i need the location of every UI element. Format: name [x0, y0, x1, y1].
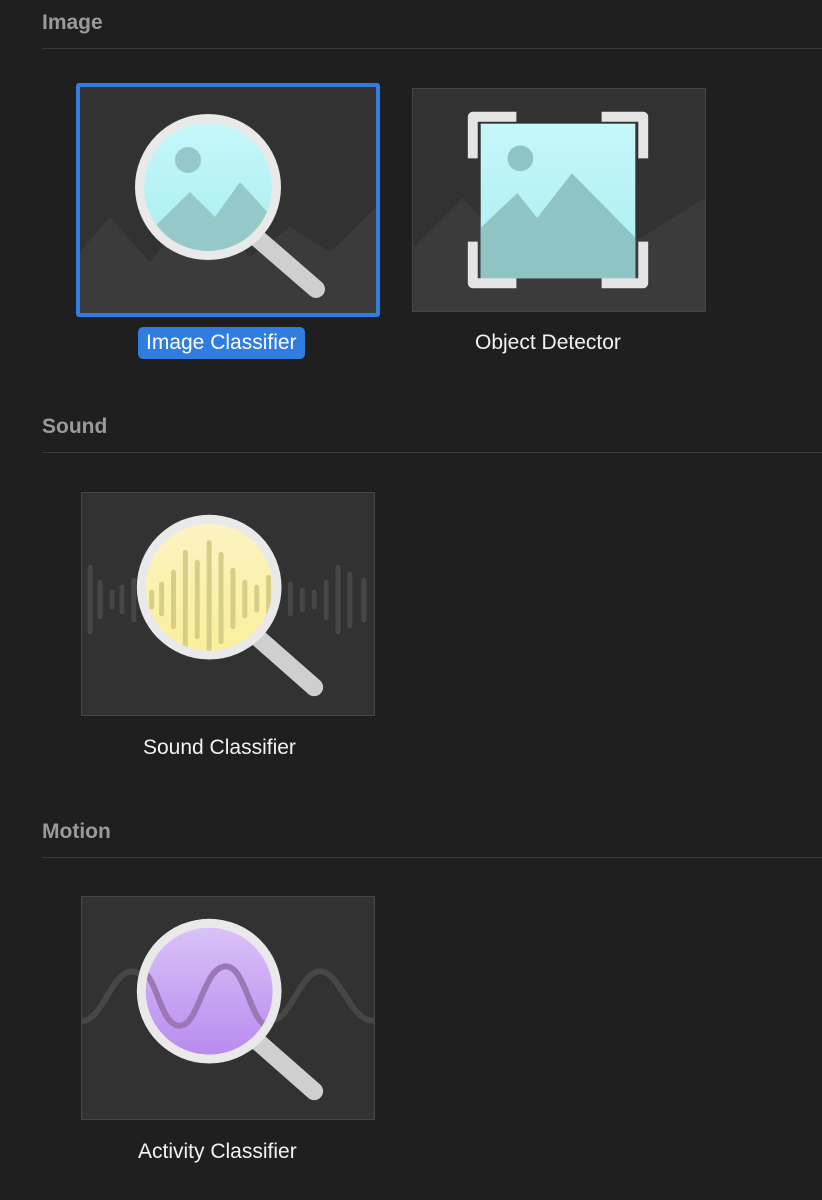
template-tile-activity-classifier[interactable] — [81, 896, 375, 1120]
template-label-image-classifier[interactable]: Image Classifier — [138, 327, 305, 359]
section-divider-image — [42, 48, 822, 49]
template-tile-object-detector[interactable] — [412, 88, 706, 312]
template-label-object-detector[interactable]: Object Detector — [467, 327, 629, 359]
magnifier-sine-wave-icon — [82, 918, 374, 1101]
section-divider-sound — [42, 452, 822, 453]
template-chooser: Image Image Classifier Object Detector S… — [0, 0, 822, 1200]
magnifier-waveform-icon — [87, 514, 367, 697]
template-label-activity-classifier[interactable]: Activity Classifier — [130, 1136, 305, 1168]
section-header-image: Image — [42, 11, 103, 34]
template-tile-image-classifier[interactable] — [76, 83, 380, 317]
template-tile-sound-classifier[interactable] — [81, 492, 375, 716]
section-header-sound: Sound — [42, 415, 108, 438]
section-divider-motion — [42, 857, 822, 858]
bounding-box-landscape-icon — [413, 111, 705, 311]
template-label-sound-classifier[interactable]: Sound Classifier — [135, 732, 304, 764]
magnifier-landscape-icon — [80, 114, 376, 313]
section-header-motion: Motion — [42, 820, 111, 843]
